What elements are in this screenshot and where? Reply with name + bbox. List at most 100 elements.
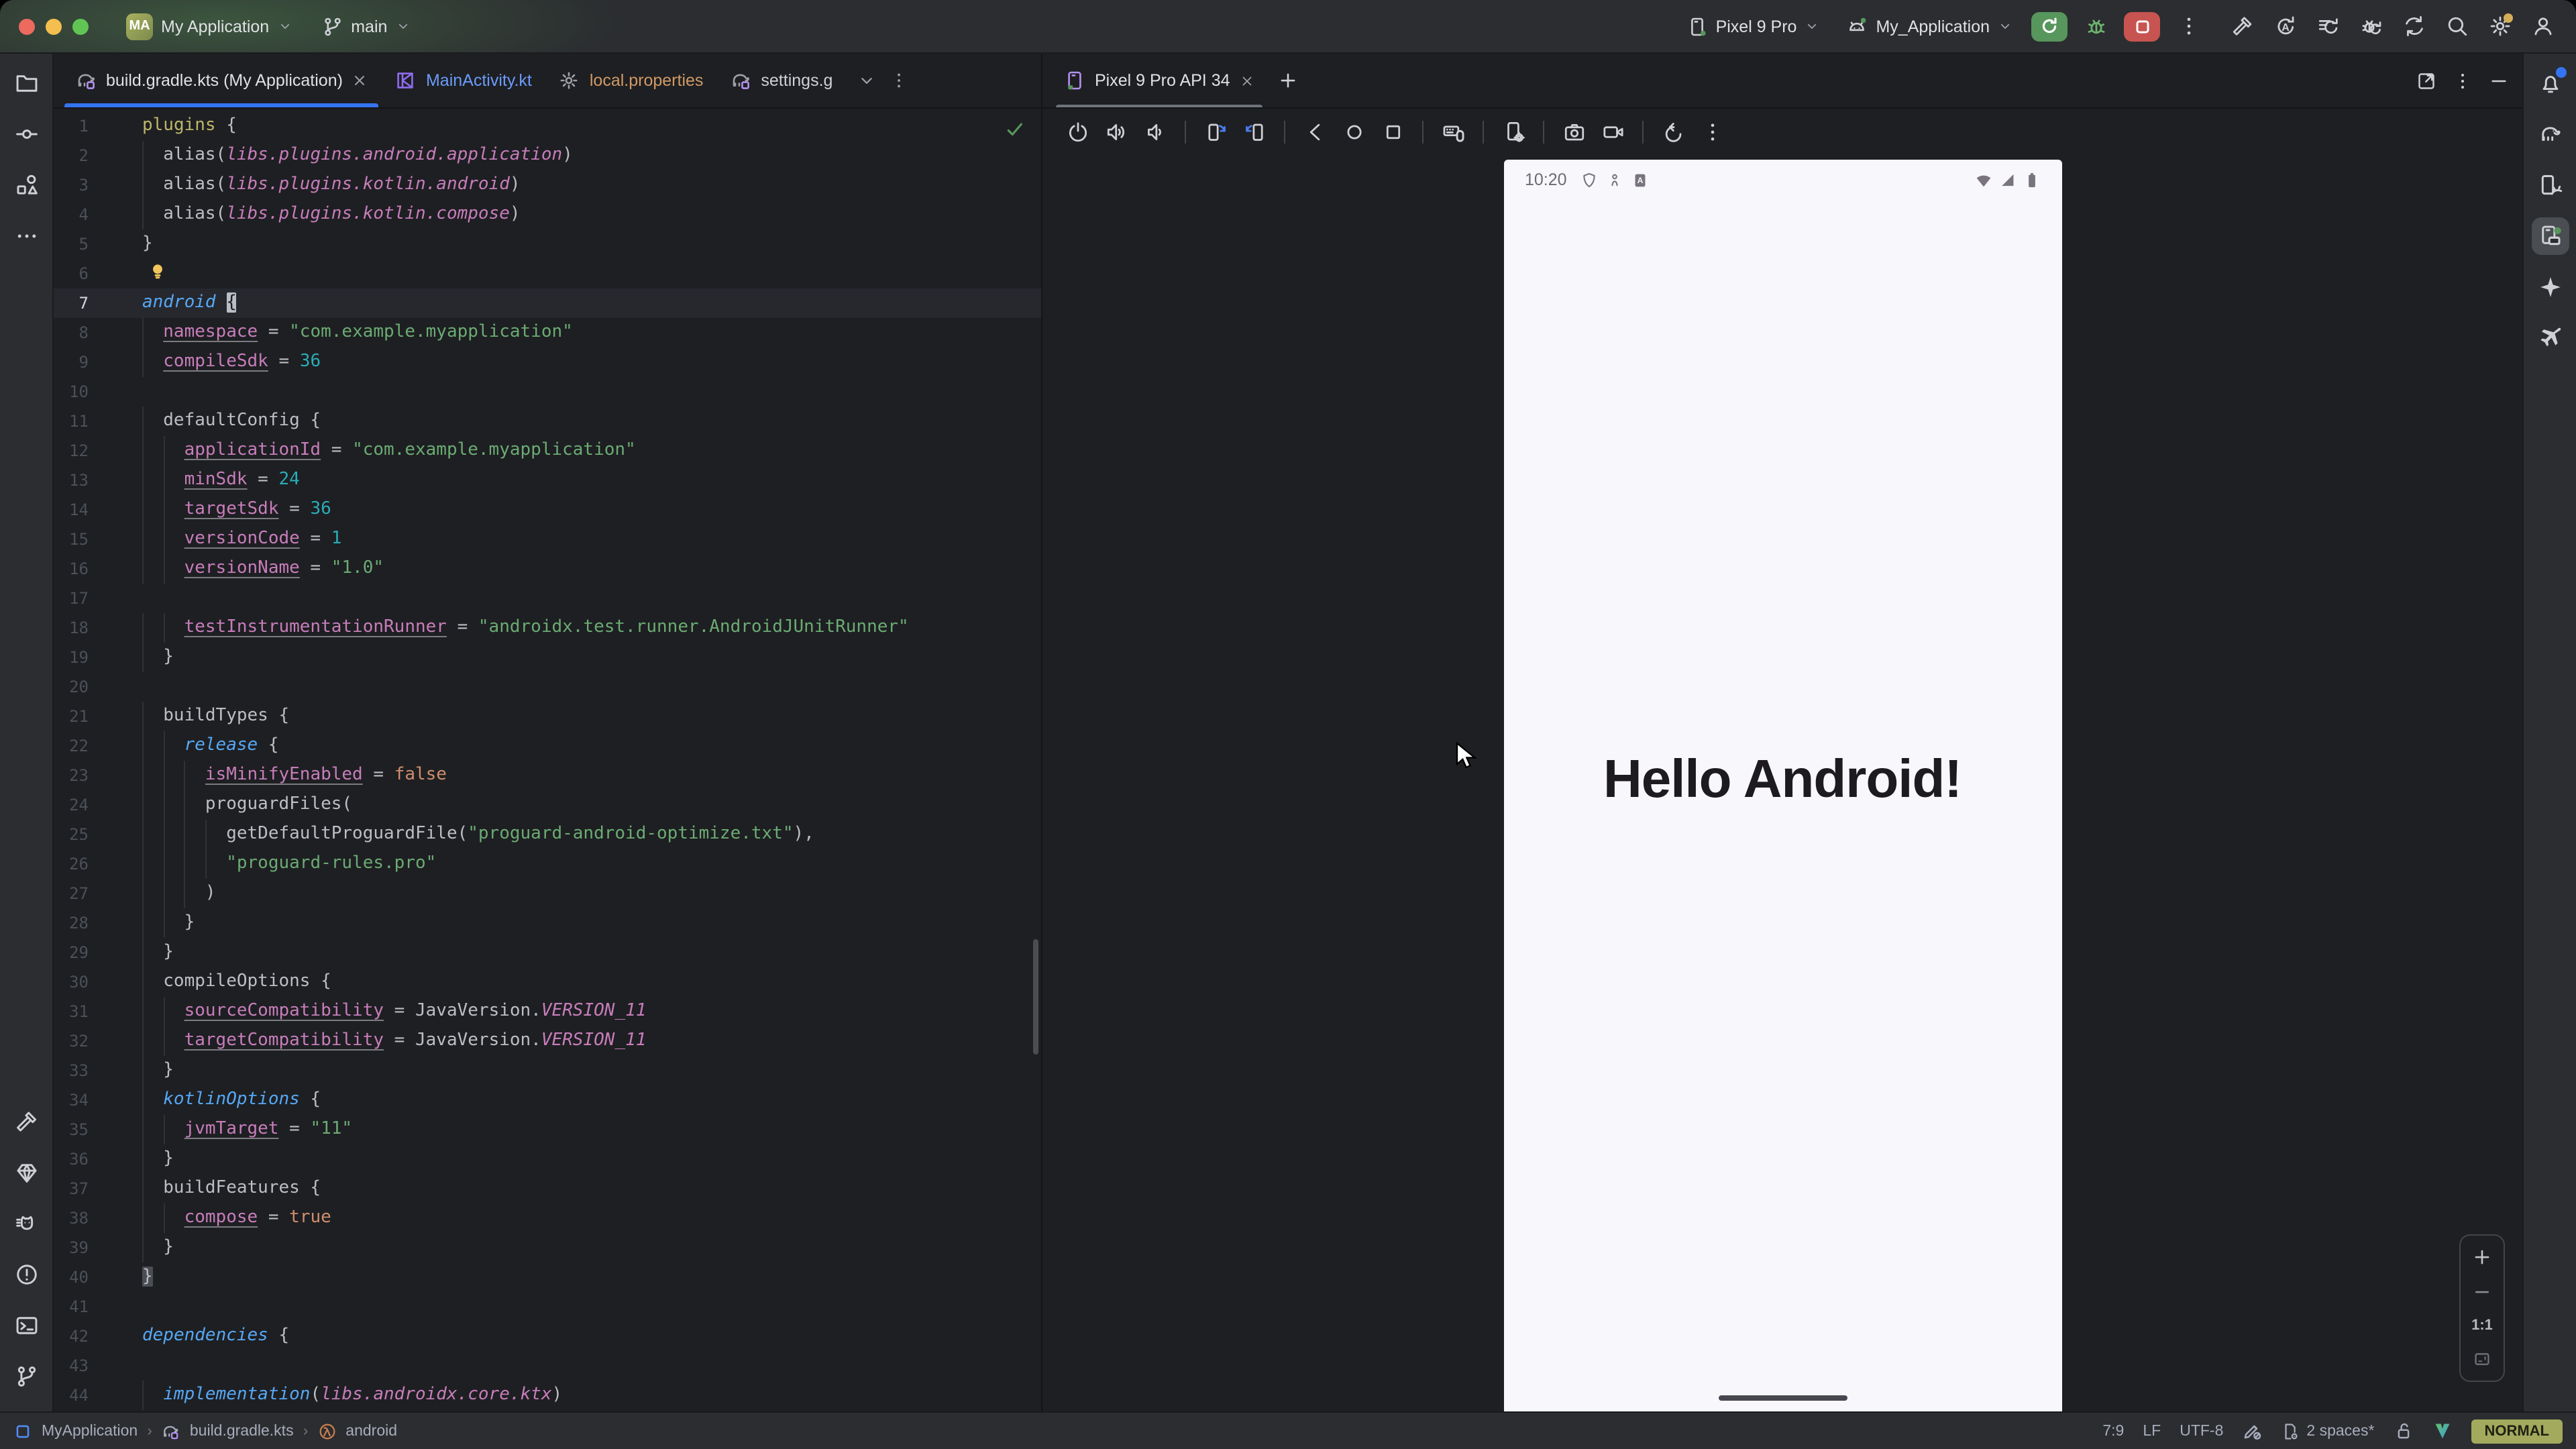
highlight-pen-icon[interactable] (2242, 1421, 2262, 1441)
zoom-window-button[interactable] (72, 18, 89, 34)
line-number[interactable]: 12 (54, 436, 89, 466)
line-number[interactable]: 35 (54, 1115, 89, 1144)
tool-git-branch[interactable] (7, 1358, 45, 1395)
line-number[interactable]: 38 (54, 1203, 89, 1233)
line-number[interactable]: 6 (54, 259, 89, 288)
run-configuration-selector[interactable]: My_Application (1838, 11, 2021, 41)
ideavim-icon[interactable] (2432, 1421, 2452, 1441)
overview-button[interactable] (1379, 119, 1406, 146)
tool-terminal[interactable] (7, 1307, 45, 1344)
reset-button[interactable] (1660, 119, 1686, 146)
line-number[interactable]: 27 (54, 879, 89, 908)
line-number[interactable]: 32 (54, 1026, 89, 1056)
intention-bulb-icon[interactable] (148, 262, 168, 282)
line-number[interactable]: 26 (54, 849, 89, 879)
line-number[interactable]: 1 (54, 111, 89, 141)
tool-gradle-elephant[interactable] (2531, 115, 2569, 153)
add-device-tab-button[interactable] (1273, 66, 1303, 95)
line-number[interactable]: 24 (54, 790, 89, 820)
editor-tab[interactable]: settings.g (716, 54, 846, 107)
more-vertical-icon[interactable] (2453, 70, 2473, 91)
line-number[interactable]: 16 (54, 554, 89, 584)
rotate-right-button[interactable] (1202, 119, 1229, 146)
line-number[interactable]: 36 (54, 1144, 89, 1174)
device-tab[interactable]: Pixel 9 Pro API 34 (1056, 54, 1263, 107)
vcs-branch-widget[interactable]: main (313, 11, 418, 41)
line-number[interactable]: 37 (54, 1174, 89, 1203)
power-button[interactable] (1064, 119, 1091, 146)
close-window-button[interactable] (19, 18, 35, 34)
line-number[interactable]: 9 (54, 347, 89, 377)
volume-down-button[interactable] (1142, 119, 1169, 146)
more-vertical-icon[interactable] (889, 71, 908, 90)
zoom-in-button[interactable] (2473, 1248, 2491, 1267)
breadcrumb-item[interactable]: build.gradle.kts (190, 1423, 294, 1439)
zoom-fit-button[interactable] (2473, 1350, 2491, 1368)
tool-app-insights-gem[interactable] (7, 1154, 45, 1191)
line-number[interactable]: 5 (54, 229, 89, 259)
tool-gemini-sparkle[interactable] (2531, 268, 2569, 306)
caret-position[interactable]: 7:9 (2102, 1423, 2124, 1439)
line-number[interactable]: 20 (54, 672, 89, 702)
stop-button[interactable] (2124, 11, 2160, 41)
line-number[interactable]: 7 (54, 288, 89, 318)
line-number[interactable]: 44 (54, 1381, 89, 1410)
line-number[interactable]: 18 (54, 613, 89, 643)
tool-plane[interactable] (2531, 319, 2569, 357)
line-number[interactable]: 10 (54, 377, 89, 407)
line-number[interactable]: 21 (54, 702, 89, 731)
breadcrumb-item[interactable]: android (345, 1423, 397, 1439)
line-number[interactable]: 29 (54, 938, 89, 967)
close-x-icon[interactable] (352, 72, 368, 89)
minimize-icon[interactable] (2489, 70, 2509, 91)
line-number[interactable]: 40 (54, 1263, 89, 1292)
tool-device-manager[interactable] (2531, 166, 2569, 204)
line-number[interactable]: 11 (54, 407, 89, 436)
tool-more-horizontal[interactable] (7, 217, 45, 255)
close-icon[interactable] (1240, 73, 1254, 88)
line-number[interactable]: 39 (54, 1233, 89, 1263)
indent-setting[interactable]: 2 spaces* (2281, 1421, 2374, 1440)
line-number[interactable]: 2 (54, 141, 89, 170)
tool-problems-alert[interactable] (7, 1256, 45, 1293)
chevron-down-icon[interactable] (857, 71, 875, 90)
line-number[interactable]: 34 (54, 1085, 89, 1115)
tool-project-folder[interactable] (7, 64, 45, 102)
home-button[interactable] (1340, 119, 1367, 146)
zoom-out-button[interactable] (2473, 1283, 2491, 1301)
line-number[interactable]: 30 (54, 967, 89, 997)
tool-build-hammer[interactable] (7, 1103, 45, 1140)
tool-logcat-cat[interactable] (7, 1205, 45, 1242)
lock-open-icon[interactable] (2393, 1421, 2413, 1441)
file-encoding[interactable]: UTF-8 (2180, 1423, 2223, 1439)
build-hammer-button[interactable] (2224, 9, 2259, 44)
tool-notifications-bell[interactable] (2531, 64, 2569, 102)
line-ending[interactable]: LF (2143, 1423, 2161, 1439)
profiler-bug-button[interactable] (2353, 9, 2388, 44)
line-number[interactable]: 13 (54, 466, 89, 495)
zoom-1-1-button[interactable]: 1:1 (2471, 1318, 2493, 1334)
line-number[interactable]: 28 (54, 908, 89, 938)
device-settings-button[interactable] (1500, 119, 1527, 146)
line-number[interactable]: 23 (54, 761, 89, 790)
user-account-button[interactable] (2525, 9, 2560, 44)
rerun-button[interactable] (2031, 11, 2068, 41)
more-vertical-button[interactable] (1699, 119, 1725, 146)
line-number[interactable]: 8 (54, 318, 89, 347)
breadcrumb-item[interactable]: MyApplication (42, 1423, 138, 1439)
line-number[interactable]: 15 (54, 525, 89, 554)
editor-tab[interactable]: build.gradle.kts (My Application) (62, 54, 382, 107)
line-number[interactable]: 43 (54, 1351, 89, 1381)
volume-up-button[interactable] (1103, 119, 1130, 146)
screen-record-button[interactable] (1599, 119, 1626, 146)
line-number[interactable]: 25 (54, 820, 89, 849)
tool-resource-manager[interactable] (7, 166, 45, 204)
editor-tab[interactable]: MainActivity.kt (382, 54, 545, 107)
search-button[interactable] (2439, 9, 2474, 44)
apply-restart-button[interactable]: A (2267, 9, 2302, 44)
keyboard-mouse-button[interactable] (1440, 119, 1466, 146)
device-selector[interactable]: Pixel 9 Pro (1678, 11, 1828, 41)
debug-button[interactable] (2078, 9, 2113, 44)
apply-code-changes-button[interactable] (2310, 9, 2345, 44)
gradle-sync-button[interactable] (2396, 9, 2431, 44)
